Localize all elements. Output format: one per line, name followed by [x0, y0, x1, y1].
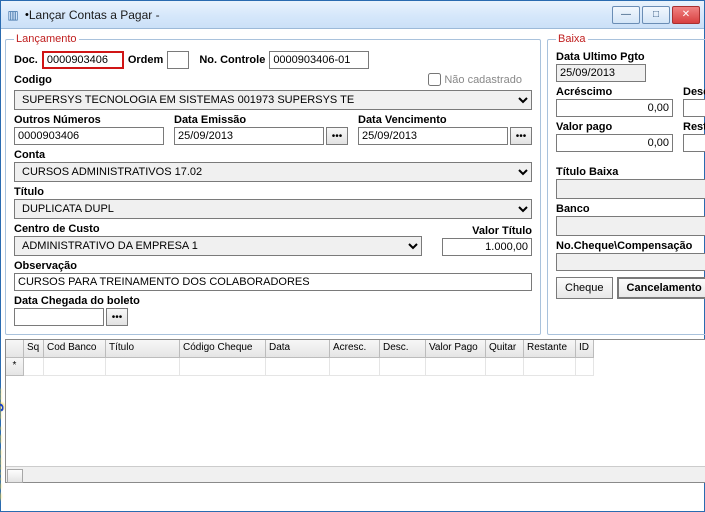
conta-select[interactable]: CURSOS ADMINISTRATIVOS 17.02 — [14, 162, 532, 182]
label-controle: No. Controle — [199, 54, 265, 66]
label-chegada: Data Chegada do boleto — [14, 295, 214, 307]
label-obs: Observação — [14, 260, 532, 272]
grid-new-row[interactable]: * — [6, 358, 705, 376]
col-data[interactable]: Data — [266, 340, 330, 358]
obs-input[interactable] — [14, 273, 532, 291]
col-sq[interactable]: Sq — [24, 340, 44, 358]
grid-horizontal-scrollbar[interactable] — [6, 466, 705, 482]
label-ultimo-pgto: Data Ultimo Pgto — [556, 51, 705, 63]
label-acrescimo: Acréscimo — [556, 86, 673, 98]
grid-header-row: Sq Cod Banco Título Código Cheque Data A… — [6, 340, 705, 358]
nao-cadastrado-check[interactable]: Não cadastrado — [428, 73, 522, 86]
label-titulo-baixa: Título Baixa — [556, 166, 705, 178]
label-nao-cadastrado: Não cadastrado — [444, 74, 522, 86]
label-centro: Centro de Custo — [14, 223, 422, 235]
legend-lancamento: Lançamento — [14, 33, 79, 45]
emissao-input[interactable] — [174, 127, 324, 145]
label-nocheque: No.Cheque\Compensação — [556, 240, 705, 252]
label-ordem: Ordem — [128, 54, 163, 66]
label-titulo: Título — [14, 186, 532, 198]
cheque-button[interactable]: Cheque — [556, 277, 613, 299]
chegada-picker-button[interactable]: ••• — [106, 308, 128, 326]
emissao-picker-button[interactable]: ••• — [326, 127, 348, 145]
banco-select[interactable] — [556, 216, 705, 236]
col-acresc[interactable]: Acresc. — [330, 340, 380, 358]
cancelamento-button[interactable]: Cancelamento — [617, 277, 705, 299]
col-cod-banco[interactable]: Cod Banco — [44, 340, 106, 358]
label-outros: Outros Números — [14, 114, 164, 126]
group-baixa: Baixa Data Ultimo Pgto Acréscimo Descont… — [547, 33, 705, 335]
acrescimo-input[interactable] — [556, 99, 673, 117]
label-valor-pago: Valor pago — [556, 121, 673, 133]
nocheque-display — [556, 253, 705, 271]
new-row-indicator: * — [6, 358, 24, 376]
vencimento-input[interactable] — [358, 127, 508, 145]
titlebar: ▥ • Lançar Contas a Pagar - — □ ✕ — [1, 1, 704, 29]
label-emissao: Data Emissão — [174, 114, 348, 126]
nao-cadastrado-checkbox[interactable] — [428, 73, 441, 86]
close-button[interactable]: ✕ — [672, 6, 700, 24]
col-titulo[interactable]: Título — [106, 340, 180, 358]
col-codigo-cheque[interactable]: Código Cheque — [180, 340, 266, 358]
centro-select[interactable]: ADMINISTRATIVO DA EMPRESA 1 — [14, 236, 422, 256]
descontos-input[interactable] — [683, 99, 705, 117]
maximize-button[interactable]: □ — [642, 6, 670, 24]
col-desc[interactable]: Desc. — [380, 340, 426, 358]
group-lancamento: Lançamento Doc. Ordem No. Controle Codig… — [5, 33, 541, 335]
side-label: Contas a Pagar — [0, 387, 5, 503]
outros-input[interactable] — [14, 127, 164, 145]
restante-display — [683, 134, 705, 152]
label-conta: Conta — [14, 149, 532, 161]
col-valor-pago[interactable]: Valor Pago — [426, 340, 486, 358]
label-vencimento: Data Vencimento — [358, 114, 532, 126]
titulo-select[interactable]: DUPLICATA DUPL — [14, 199, 532, 219]
doc-input[interactable] — [42, 51, 124, 69]
codigo-select[interactable]: SUPERSYS TECNOLOGIA EM SISTEMAS 001973 S… — [14, 90, 532, 110]
label-doc: Doc. — [14, 54, 38, 66]
payments-grid[interactable]: Sq Cod Banco Título Código Cheque Data A… — [5, 339, 705, 483]
vencimento-picker-button[interactable]: ••• — [510, 127, 532, 145]
titulo-baixa-select[interactable] — [556, 179, 705, 199]
controle-input[interactable] — [269, 51, 369, 69]
valor-titulo-input[interactable] — [442, 238, 532, 256]
label-restante: Restante — [683, 121, 705, 133]
col-restante[interactable]: Restante — [524, 340, 576, 358]
legend-baixa: Baixa — [556, 33, 588, 45]
ultimo-pgto-display — [556, 64, 646, 82]
label-descontos: Descontos — [683, 86, 705, 98]
col-quitar[interactable]: Quitar — [486, 340, 524, 358]
label-codigo: Codigo — [14, 74, 52, 86]
label-banco: Banco — [556, 203, 705, 215]
valor-pago-input[interactable] — [556, 134, 673, 152]
label-valor-titulo: Valor Título — [442, 225, 532, 237]
col-id[interactable]: ID — [576, 340, 594, 358]
window-title: Lançar Contas a Pagar - — [29, 8, 610, 22]
minimize-button[interactable]: — — [612, 6, 640, 24]
ordem-input[interactable] — [167, 51, 189, 69]
app-icon: ▥ — [5, 7, 21, 23]
chegada-input[interactable] — [14, 308, 104, 326]
